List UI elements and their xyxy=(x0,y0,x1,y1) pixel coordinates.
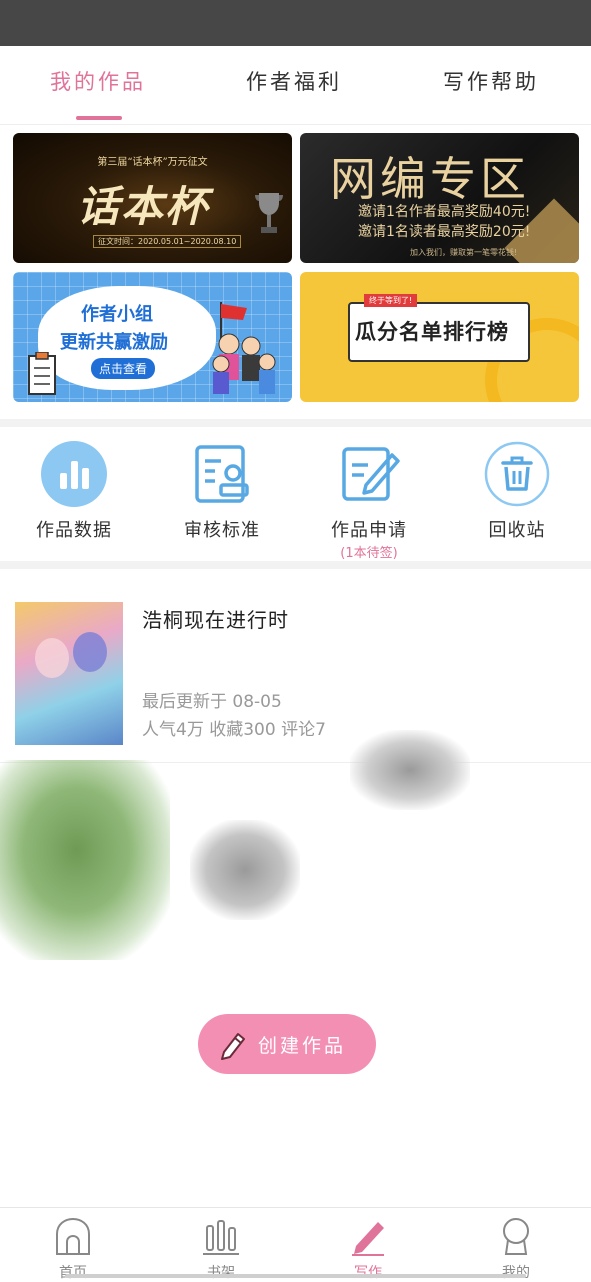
section-divider xyxy=(0,561,591,569)
recycle-bin-button[interactable]: 回收站 xyxy=(457,441,577,542)
banner-footer: 加入我们，赚取第一笔零花钱! xyxy=(410,248,518,257)
nav-profile[interactable]: 我的 xyxy=(476,1216,556,1282)
banner-tag: 终于等到了! xyxy=(364,294,418,307)
action-label: 审核标准 xyxy=(184,520,260,541)
banner-line: 作者小组 xyxy=(81,304,153,325)
bottom-navigation: 首页 书架 写作 我的 xyxy=(0,1207,591,1281)
nav-label: 我的 xyxy=(502,1265,530,1281)
trash-icon xyxy=(484,441,550,507)
book-title[interactable]: 浩桐现在进行时 xyxy=(142,604,289,633)
nav-bookshelf[interactable]: 书架 xyxy=(181,1216,261,1282)
review-document-icon xyxy=(195,445,249,503)
bar-chart-icon xyxy=(41,441,107,507)
home-icon xyxy=(56,1217,90,1255)
create-work-label: 创建作品 xyxy=(258,1035,347,1057)
gesture-bar[interactable] xyxy=(65,1274,526,1278)
book-cover[interactable] xyxy=(15,602,123,745)
banner-huabenbei[interactable]: 第三届“话本杯”万元征文 话本杯 征文时间：2020.05.01~2020.08… xyxy=(13,133,292,263)
pending-sign-count: (1本待签) xyxy=(340,546,398,561)
pen-icon xyxy=(352,1222,384,1256)
clipboard-icon xyxy=(28,352,56,395)
nav-label: 首页 xyxy=(59,1265,87,1281)
banner-date: 征文时间：2020.05.01~2020.08.10 xyxy=(93,235,242,248)
banner-subtitle: 第三届“话本杯”万元征文 xyxy=(97,157,208,168)
action-label: 回收站 xyxy=(488,520,546,541)
banner-editor-zone[interactable]: 网编专区 邀请1名作者最高奖励40元! 邀请1名读者最高奖励20元! 加入我们，… xyxy=(300,133,579,263)
banner-title: 网编专区 xyxy=(330,152,530,206)
banner-title: 话本杯 xyxy=(77,182,210,231)
cover-art xyxy=(35,638,69,678)
people-illustration-icon xyxy=(212,302,276,394)
trophy-icon xyxy=(255,193,283,233)
tab-author-benefits[interactable]: 作者福利 xyxy=(246,66,342,96)
redaction-scribble xyxy=(350,730,470,810)
tab-writing-help[interactable]: 写作帮助 xyxy=(443,66,539,96)
status-bar xyxy=(0,0,591,46)
pencil-icon xyxy=(221,1033,245,1060)
profile-icon xyxy=(503,1218,529,1255)
banner-line: 更新共赢激励 xyxy=(60,332,168,353)
nav-label: 书架 xyxy=(207,1265,235,1281)
works-data-button[interactable]: 作品数据 xyxy=(14,441,134,542)
section-divider xyxy=(0,419,591,427)
redaction-scribble xyxy=(0,760,170,960)
create-work-button[interactable]: 创建作品 xyxy=(198,1014,376,1074)
tab-my-works[interactable]: 我的作品 xyxy=(50,66,146,96)
cover-art xyxy=(73,632,107,672)
bookshelf-icon xyxy=(203,1220,239,1255)
banner-line: 邀请1名读者最高奖励20元! xyxy=(358,224,531,240)
book-stats: 人气4万 收藏300 评论7 xyxy=(142,720,326,740)
banner-title: 瓜分名单排行榜 xyxy=(355,320,509,344)
banner-ranking[interactable]: 终于等到了! 瓜分名单排行榜 xyxy=(300,272,579,402)
active-tab-indicator xyxy=(76,116,122,120)
edit-document-icon xyxy=(342,447,400,501)
view-button[interactable]: 点击查看 xyxy=(91,358,156,379)
top-tabs: 我的作品 作者福利 写作帮助 xyxy=(0,46,591,125)
banner-author-group[interactable]: 作者小组 更新共赢激励 点击查看 xyxy=(13,272,292,402)
banner-line: 邀请1名作者最高奖励40元! xyxy=(358,204,531,220)
nav-home[interactable]: 首页 xyxy=(33,1216,113,1282)
review-standard-button[interactable]: 审核标准 xyxy=(162,441,282,542)
redaction-scribble xyxy=(190,820,300,920)
book-list-item[interactable]: 浩桐现在进行时 最后更新于 08-05 人气4万 收藏300 评论7 xyxy=(0,580,591,760)
work-application-button[interactable]: 作品申请 (1本待签) xyxy=(309,441,429,561)
book-updated: 最后更新于 08-05 xyxy=(142,692,282,712)
action-label: 作品数据 xyxy=(36,520,112,541)
action-label: 作品申请 xyxy=(331,520,407,541)
nav-write[interactable]: 写作 xyxy=(328,1216,408,1282)
nav-label: 写作 xyxy=(354,1265,382,1281)
